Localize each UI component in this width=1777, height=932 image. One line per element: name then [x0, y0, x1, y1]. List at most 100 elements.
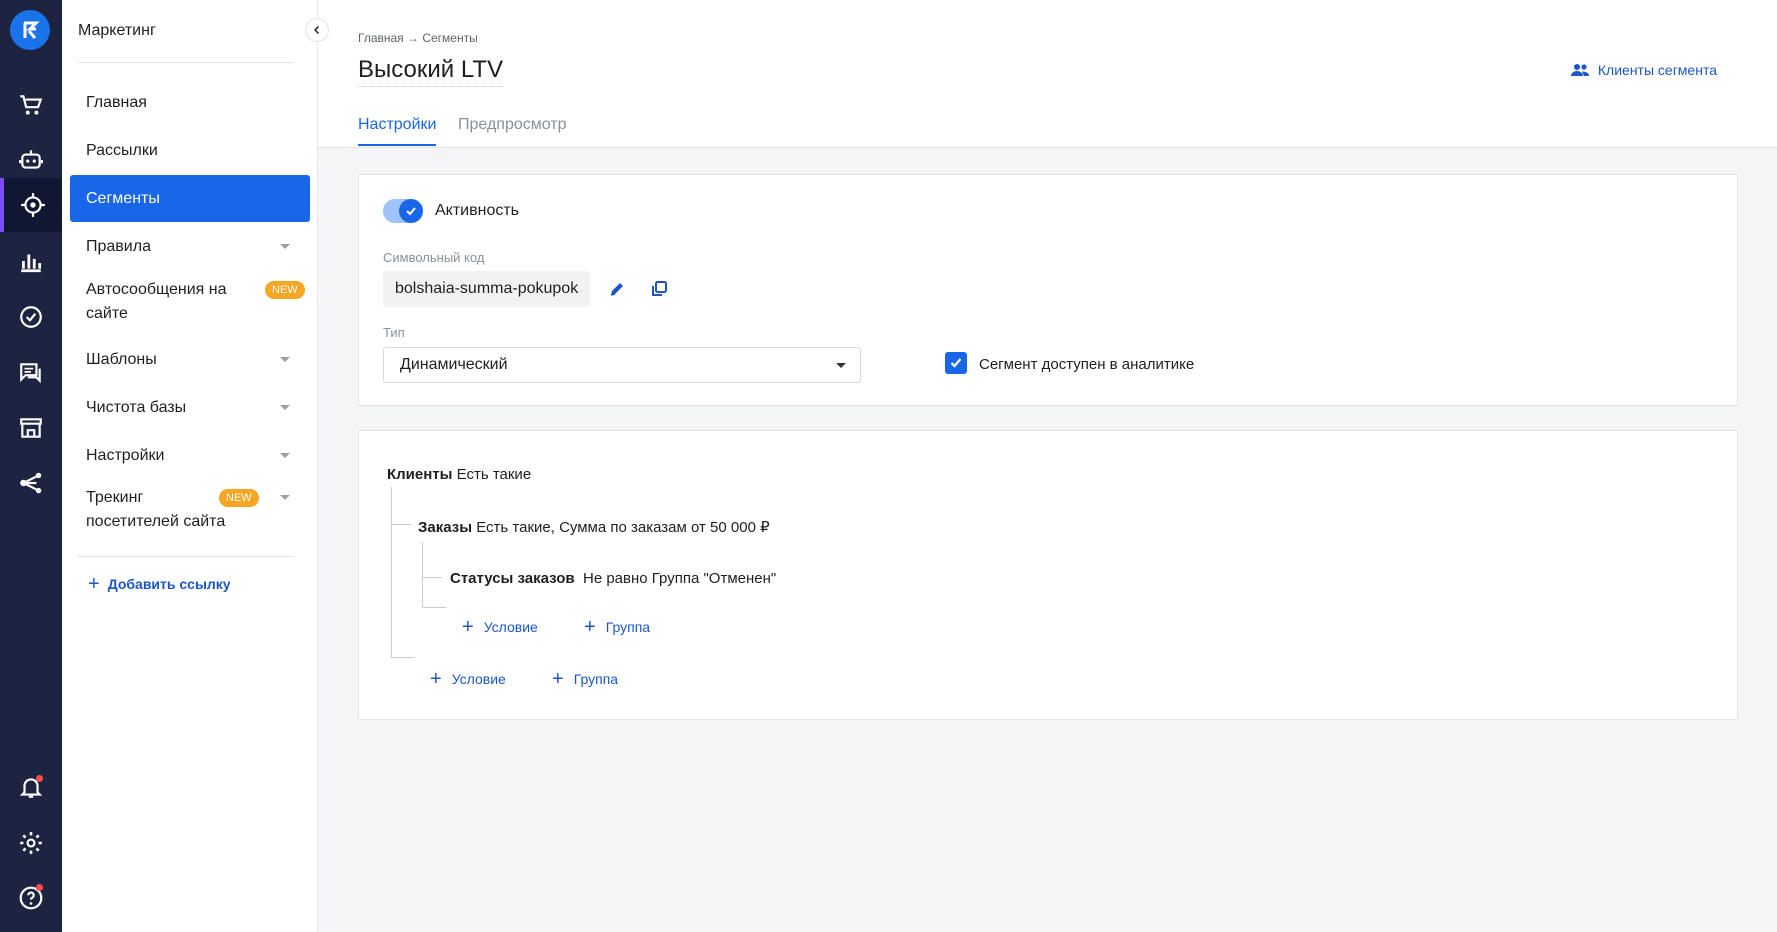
notification-dot: [36, 775, 43, 782]
sidebar-item-label: Рассылки: [86, 142, 158, 159]
breadcrumb[interactable]: Главная → Сегменты: [358, 31, 478, 45]
tree-line: [391, 524, 411, 525]
analytics-icon: [21, 254, 42, 273]
condition-text: Есть такие, Сумма по заказам от 50 000 ₽: [476, 519, 770, 536]
tree-line: [422, 607, 446, 608]
chevron-down-icon: [280, 405, 290, 410]
plus-icon: +: [88, 573, 100, 595]
sidebar-title: Маркетинг: [78, 22, 156, 39]
sidebar-item-mailings[interactable]: Рассылки: [70, 136, 310, 166]
condition-clients[interactable]: Клиенты Есть такие: [387, 466, 531, 483]
store-icon: [20, 418, 42, 438]
tree-line: [391, 657, 415, 658]
check-circle-icon: [20, 306, 42, 328]
sidebar-item-rules[interactable]: Правила: [70, 232, 310, 262]
new-badge: NEW: [265, 281, 305, 299]
rail-item-chats[interactable]: [0, 348, 62, 398]
rail-item-marketing[interactable]: [0, 178, 62, 232]
sidebar-item-tracking[interactable]: Трекинг посетителей сайта NEW: [70, 486, 310, 536]
code-label: Символьный код: [383, 250, 485, 265]
page-title[interactable]: Высокий LTV: [358, 56, 504, 87]
sidebar-item-label: Правила: [86, 238, 151, 255]
rail-item-settings[interactable]: [0, 818, 62, 868]
help-dot: [36, 884, 43, 891]
toggle-knob: [399, 199, 423, 223]
rail-item-help[interactable]: [0, 873, 62, 923]
copy-icon: [652, 281, 667, 296]
add-condition-label: Условие: [483, 619, 538, 635]
new-badge: NEW: [219, 489, 259, 507]
condition-order-statuses[interactable]: Статусы заказов Не равно Группа "Отменен…: [450, 570, 776, 587]
plus-icon: +: [430, 668, 442, 690]
condition-orders[interactable]: Заказы Есть такие, Сумма по заказам от 5…: [418, 518, 770, 536]
check-icon: [950, 358, 962, 368]
analytics-label: Сегмент доступен в аналитике: [979, 356, 1195, 373]
sidebar-item-label: Сегменты: [86, 189, 160, 207]
condition-name: Статусы заказов: [450, 570, 575, 587]
plus-icon: +: [552, 668, 564, 690]
add-group-label: Группа: [605, 619, 651, 635]
sidebar-item-settings[interactable]: Настройки: [70, 441, 310, 471]
section-sidebar: Маркетинг Главная Рассылки Сегменты Прав…: [62, 0, 318, 932]
add-condition-button[interactable]: + Условие: [430, 668, 506, 690]
condition-text: Есть такие: [456, 466, 532, 483]
tab-settings[interactable]: Настройки: [358, 116, 437, 146]
add-link-label: Добавить ссылку: [107, 576, 231, 592]
condition-text: Не равно Группа "Отменен": [582, 570, 777, 587]
chevron-down-icon: [280, 453, 290, 458]
edit-code-button[interactable]: [605, 277, 629, 301]
share-icon: [20, 472, 42, 494]
sidebar-item-templates[interactable]: Шаблоны: [70, 345, 310, 375]
rail-item-store[interactable]: [0, 403, 62, 453]
add-group-button[interactable]: + Группа: [552, 668, 619, 690]
segment-clients-link[interactable]: Клиенты сегмента: [1570, 62, 1717, 78]
users-icon: [1570, 64, 1589, 76]
sidebar-divider: [78, 62, 294, 63]
cart-icon: [20, 95, 43, 115]
rail-item-notifications[interactable]: [0, 762, 62, 812]
code-value: bolshaia-summa-pokupok: [383, 271, 591, 307]
chevron-down-icon: [280, 357, 290, 362]
activity-toggle[interactable]: [383, 199, 423, 223]
rail-item-shop[interactable]: [0, 80, 62, 130]
copy-code-button[interactable]: [647, 277, 671, 301]
rail-item-integrations[interactable]: [0, 458, 62, 508]
collapse-sidebar-button[interactable]: [305, 18, 329, 42]
sidebar-item-automessages[interactable]: Автосообщения на сайте NEW: [70, 278, 310, 328]
add-group-label: Группа: [573, 671, 619, 687]
check-icon: [406, 207, 416, 216]
chat-icon: [20, 363, 41, 384]
activity-label: Активность: [435, 202, 520, 219]
add-link-button[interactable]: + Добавить ссылку: [88, 573, 231, 595]
type-select-value: Динамический: [400, 356, 508, 373]
conditions-card: Клиенты Есть такие Заказы Есть такие, Су…: [358, 430, 1738, 720]
sidebar-item-home[interactable]: Главная: [70, 88, 310, 118]
type-label: Тип: [383, 325, 405, 340]
gear-icon: [20, 832, 42, 854]
bot-icon: [19, 150, 43, 169]
rail-item-tasks[interactable]: [0, 292, 62, 342]
sidebar-item-label: Автосообщения на сайте: [86, 281, 227, 322]
sidebar-item-label: Чистота базы: [86, 399, 187, 416]
sidebar-item-label: Трекинг посетителей сайта: [86, 489, 226, 530]
app-logo[interactable]: [10, 10, 50, 50]
analytics-checkbox[interactable]: [945, 352, 967, 374]
pencil-icon: [610, 283, 623, 296]
rail-item-analytics[interactable]: [0, 236, 62, 286]
target-icon: [21, 193, 45, 217]
segment-clients-label: Клиенты сегмента: [1597, 62, 1717, 78]
chevron-down-icon: [280, 495, 290, 500]
add-condition-button-nested[interactable]: + Условие: [462, 616, 538, 638]
sidebar-item-label: Настройки: [86, 447, 165, 464]
add-group-button-nested[interactable]: + Группа: [584, 617, 651, 637]
tree-line: [391, 487, 392, 657]
sidebar-item-segments[interactable]: Сегменты: [70, 175, 310, 222]
tab-preview[interactable]: Предпросмотр: [458, 116, 567, 144]
type-select[interactable]: Динамический: [383, 347, 861, 383]
tree-line: [422, 542, 423, 607]
tree-line: [422, 577, 442, 578]
condition-name: Заказы: [418, 519, 473, 536]
plus-icon: +: [462, 616, 474, 638]
caret-down-icon: [836, 363, 846, 368]
sidebar-item-db-cleanliness[interactable]: Чистота базы: [70, 393, 310, 423]
